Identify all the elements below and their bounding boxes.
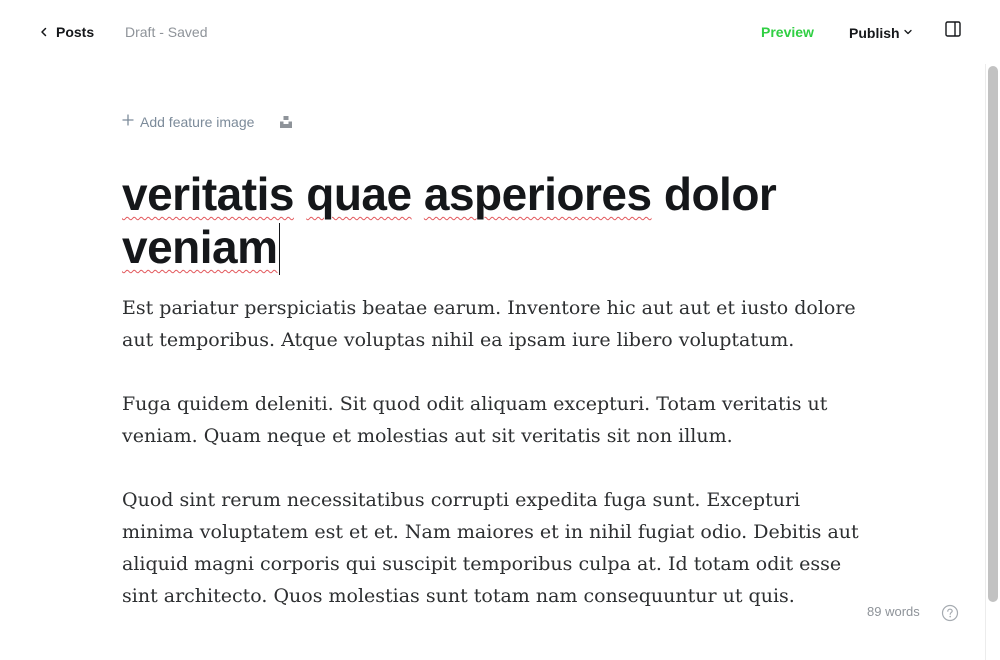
text-caret — [278, 223, 281, 275]
title-word: veniam — [122, 221, 278, 273]
save-status: Draft - Saved — [125, 24, 208, 40]
paragraph: Quod sint rerum necessitatibus corrupti … — [122, 489, 859, 607]
plus-icon — [122, 113, 134, 131]
back-link-label: Posts — [56, 24, 95, 40]
word-count: 89 words — [867, 604, 920, 619]
post-body[interactable]: Est pariatur perspiciatis beatae earum. … — [122, 292, 867, 644]
editor-page: Posts Draft - Saved Preview Publish Add … — [0, 0, 1000, 660]
scrollbar-thumb[interactable] — [988, 66, 998, 602]
add-feature-image-button[interactable]: Add feature image — [122, 113, 254, 131]
chevron-left-icon — [38, 26, 50, 38]
paragraph: Est pariatur perspiciatis beatae earum. … — [122, 297, 856, 351]
publish-label: Publish — [849, 25, 900, 41]
publish-button[interactable]: Publish — [849, 24, 913, 42]
back-to-posts-link[interactable]: Posts — [38, 21, 94, 43]
top-bar: Posts Draft - Saved Preview Publish — [0, 0, 1000, 64]
title-word: veritatis — [122, 168, 294, 220]
unsplash-icon[interactable] — [278, 114, 294, 130]
add-feature-image-label: Add feature image — [140, 114, 255, 130]
post-title[interactable]: veritatis quae asperiores dolor veniam — [122, 168, 882, 275]
chevron-down-icon — [903, 24, 913, 42]
paragraph: Fuga quidem deleniti. Sit quod odit aliq… — [122, 393, 828, 447]
title-word: quae — [306, 168, 412, 220]
title-word: dolor — [663, 168, 777, 220]
preview-button[interactable]: Preview — [761, 24, 814, 40]
title-word: asperiores — [423, 168, 652, 220]
sidebar-panel-icon[interactable] — [944, 20, 962, 38]
feature-image-row: Add feature image — [122, 112, 294, 132]
question-circle-icon[interactable] — [941, 604, 959, 622]
